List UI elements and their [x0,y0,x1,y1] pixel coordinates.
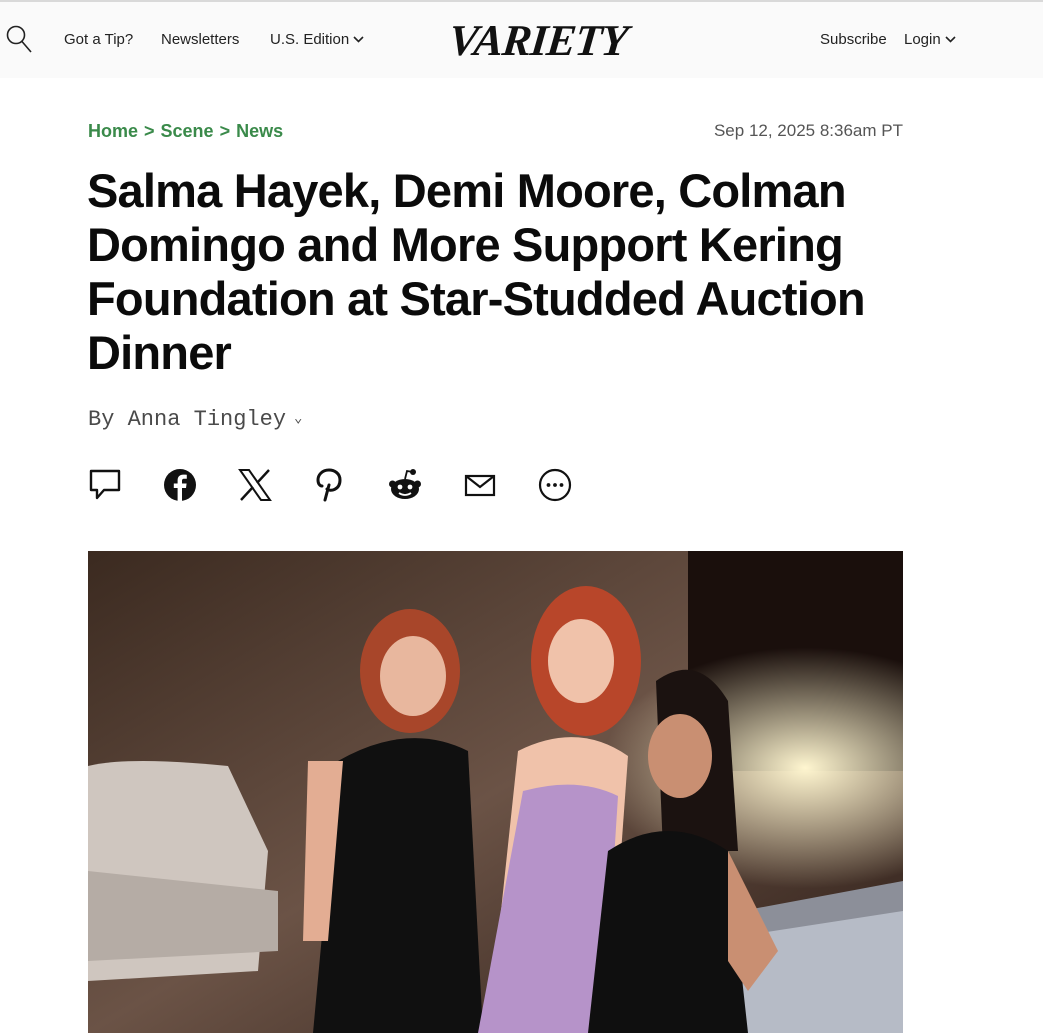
more-icon[interactable] [538,467,572,503]
subscribe-link[interactable]: Subscribe [820,31,887,48]
variety-logo[interactable]: VARIETY [446,13,630,69]
article-headline: Salma Hayek, Demi Moore, Colman Domingo … [87,164,866,379]
breadcrumb-home[interactable]: Home [88,121,138,141]
site-header: Got a Tip? Newsletters U.S. Edition VARI… [0,0,1043,78]
reddit-icon[interactable] [388,467,422,503]
login-button[interactable]: Login [904,31,956,48]
search-icon[interactable] [5,24,33,54]
pinterest-icon[interactable] [313,467,347,503]
facebook-icon[interactable] [163,467,197,503]
email-icon[interactable] [463,467,497,503]
edition-label: U.S. Edition [270,31,350,48]
article-hero-image[interactable] [88,551,903,1033]
logo-text: VARIETY [446,16,630,65]
author-byline[interactable]: By Anna Tingley ⌄ [88,407,302,432]
publish-date: Sep 12, 2025 8:36am PT [713,121,903,140]
breadcrumb-separator: > [219,121,231,141]
breadcrumb-scene[interactable]: Scene [161,121,214,141]
author-name: By Anna Tingley [88,407,287,432]
got-a-tip-link[interactable]: Got a Tip? [64,31,133,48]
breadcrumb-separator: > [144,121,155,141]
event-photo [88,551,903,1033]
breadcrumb: Home > Scene > News [88,121,283,142]
breadcrumb-news[interactable]: News [236,121,283,141]
newsletters-link[interactable]: Newsletters [161,31,239,48]
login-label: Login [904,31,941,48]
chevron-down-icon: ⌄ [294,411,303,427]
chevron-down-icon [353,36,364,43]
x-icon[interactable] [238,467,272,503]
edition-selector[interactable]: U.S. Edition [270,31,364,48]
chevron-down-icon [945,36,956,43]
comment-icon[interactable] [88,467,122,503]
